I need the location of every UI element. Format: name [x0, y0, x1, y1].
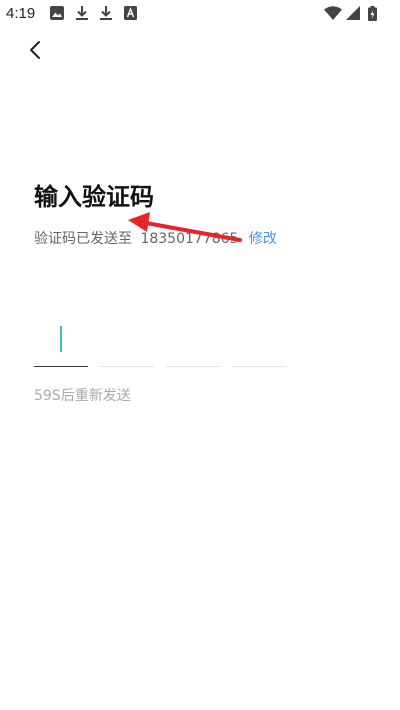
status-bar: 4:19	[0, 0, 400, 28]
back-button[interactable]	[22, 36, 50, 64]
wifi-icon	[324, 6, 342, 20]
code-digit-input-1[interactable]	[34, 318, 88, 367]
code-digit-input-4[interactable]	[232, 318, 286, 367]
sent-to-label: 验证码已发送至	[34, 231, 132, 247]
image-icon	[50, 6, 64, 20]
status-time: 4:19	[6, 5, 36, 22]
sent-to-line: 验证码已发送至 18350177865 修改	[34, 228, 277, 248]
phone-number: 18350177865	[140, 231, 239, 247]
modify-phone-link[interactable]: 修改	[249, 231, 277, 247]
download-icon	[76, 6, 88, 20]
font-icon	[124, 6, 137, 20]
chevron-left-icon	[30, 41, 40, 59]
status-system-icons	[324, 6, 384, 22]
resend-countdown: 59S后重新发送	[34, 388, 131, 404]
battery-icon	[368, 6, 377, 21]
page-title: 输入验证码	[34, 183, 154, 211]
code-digit-input-2[interactable]	[100, 318, 154, 367]
signal-icon	[346, 6, 360, 20]
download-icon	[100, 6, 112, 20]
code-digit-input-3[interactable]	[166, 318, 220, 367]
text-cursor	[60, 326, 62, 352]
